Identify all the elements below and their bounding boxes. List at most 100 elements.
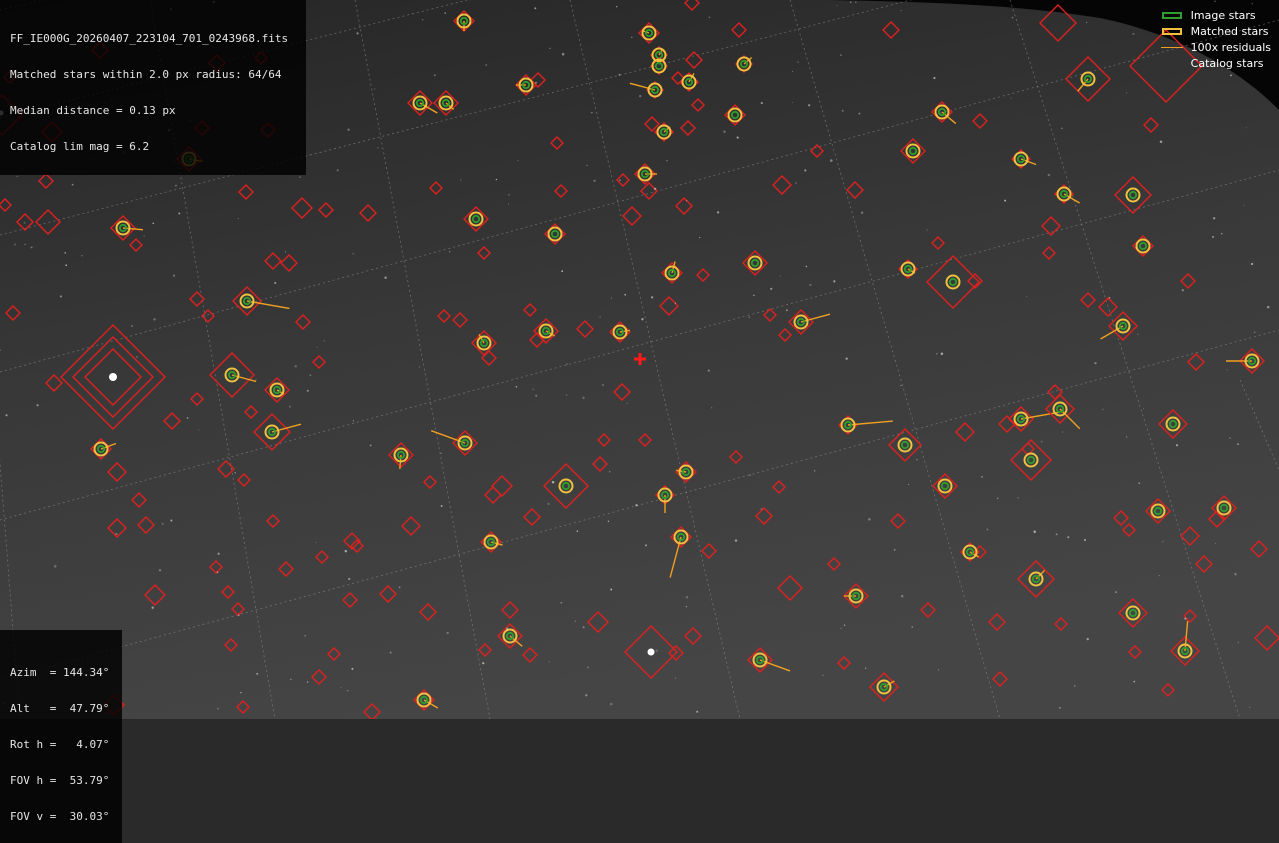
faint-star [446, 631, 449, 635]
faint-star [900, 9, 902, 12]
faint-star [1162, 540, 1164, 543]
faint-star [645, 544, 647, 547]
bright-star [647, 648, 655, 656]
faint-star [115, 532, 118, 536]
faint-star [804, 169, 807, 172]
faint-star [749, 474, 751, 477]
faint-star [849, 1, 852, 4]
faint-star [807, 104, 811, 107]
faint-star [1017, 497, 1019, 499]
faint-star [506, 627, 509, 630]
faint-star [5, 414, 8, 417]
faint-star [981, 476, 983, 478]
legend: Image stars Matched stars 100x residuals… [1159, 7, 1271, 71]
faint-star [723, 130, 726, 133]
faint-star [1229, 437, 1231, 439]
faint-star [178, 212, 181, 215]
faint-star [1126, 92, 1128, 94]
bright-star [109, 373, 117, 381]
faint-star [24, 243, 26, 246]
faint-star [535, 394, 538, 397]
faint-star [638, 94, 642, 98]
faint-star [940, 352, 944, 355]
fits-filename: FF_IE000G_20260407_223104_701_0243968.fi… [10, 32, 289, 45]
faint-star [593, 179, 596, 182]
faint-star [822, 674, 824, 676]
faint-star [294, 364, 297, 368]
faint-star [316, 346, 318, 348]
faint-star [1062, 431, 1064, 433]
faint-star [560, 601, 563, 604]
faint-star [1094, 361, 1097, 365]
fov-horizontal-line: FOV h = 53.79° [10, 774, 110, 787]
faint-star [734, 539, 738, 542]
faint-star [1243, 204, 1245, 206]
faint-star [340, 687, 342, 689]
faint-star [444, 12, 446, 14]
faint-star [1102, 408, 1104, 411]
faint-star [1033, 530, 1036, 533]
faint-star [1159, 140, 1163, 144]
faint-star [64, 252, 66, 254]
faint-star [13, 243, 16, 246]
faint-star [601, 384, 604, 387]
faint-star [143, 235, 145, 237]
faint-star [650, 296, 654, 299]
faint-star [1214, 0, 1216, 3]
faint-star [495, 178, 498, 181]
faint-star [561, 270, 564, 273]
faint-star [836, 5, 838, 7]
legend-label: Catalog stars [1190, 56, 1264, 70]
faint-star [384, 276, 387, 279]
faint-star [760, 102, 763, 105]
faint-star [549, 47, 551, 49]
faint-star [515, 386, 518, 388]
faint-star [1237, 641, 1239, 644]
faint-star [1234, 573, 1237, 576]
legend-matched-stars: Matched stars [1159, 23, 1271, 39]
faint-star [344, 550, 347, 553]
legend-image-stars: Image stars [1159, 7, 1271, 23]
faint-star [508, 193, 511, 196]
faint-star [635, 504, 638, 507]
faint-star [36, 404, 39, 407]
faint-star [485, 64, 488, 66]
faint-star [433, 74, 436, 77]
fov-vertical-line: FOV v = 30.03° [10, 810, 110, 823]
faint-star [786, 309, 788, 312]
faint-star [608, 470, 611, 473]
faint-star [860, 211, 864, 214]
faint-star [1184, 617, 1187, 620]
faint-star [130, 324, 134, 328]
faint-star [1004, 199, 1007, 202]
faint-star [840, 627, 842, 630]
faint-star [376, 717, 378, 719]
faint-star [997, 497, 999, 499]
faint-star [1230, 74, 1232, 77]
faint-star [1086, 637, 1089, 641]
faint-star [151, 606, 154, 609]
faint-star [482, 662, 485, 665]
faint-star [1058, 706, 1062, 709]
faint-star [685, 605, 688, 608]
faint-star [770, 287, 773, 290]
faint-star [1245, 127, 1248, 129]
faint-star [237, 218, 239, 220]
faint-star [1067, 536, 1070, 539]
faint-star [610, 588, 613, 591]
faint-star [306, 681, 309, 683]
legend-catalog-stars: Catalog stars [1159, 55, 1271, 71]
faint-star [290, 678, 292, 681]
faint-star [309, 374, 312, 377]
faint-star [696, 710, 699, 713]
faint-star [1181, 289, 1184, 292]
faint-star [1254, 331, 1256, 333]
faint-star [299, 176, 301, 178]
faint-star [158, 569, 162, 572]
faint-star [1133, 680, 1136, 683]
rotation-line: Rot h = 4.07° [10, 738, 110, 751]
faint-star [377, 147, 379, 149]
faint-star [1047, 173, 1051, 177]
faint-star [1055, 533, 1058, 536]
faint-star [174, 184, 177, 187]
